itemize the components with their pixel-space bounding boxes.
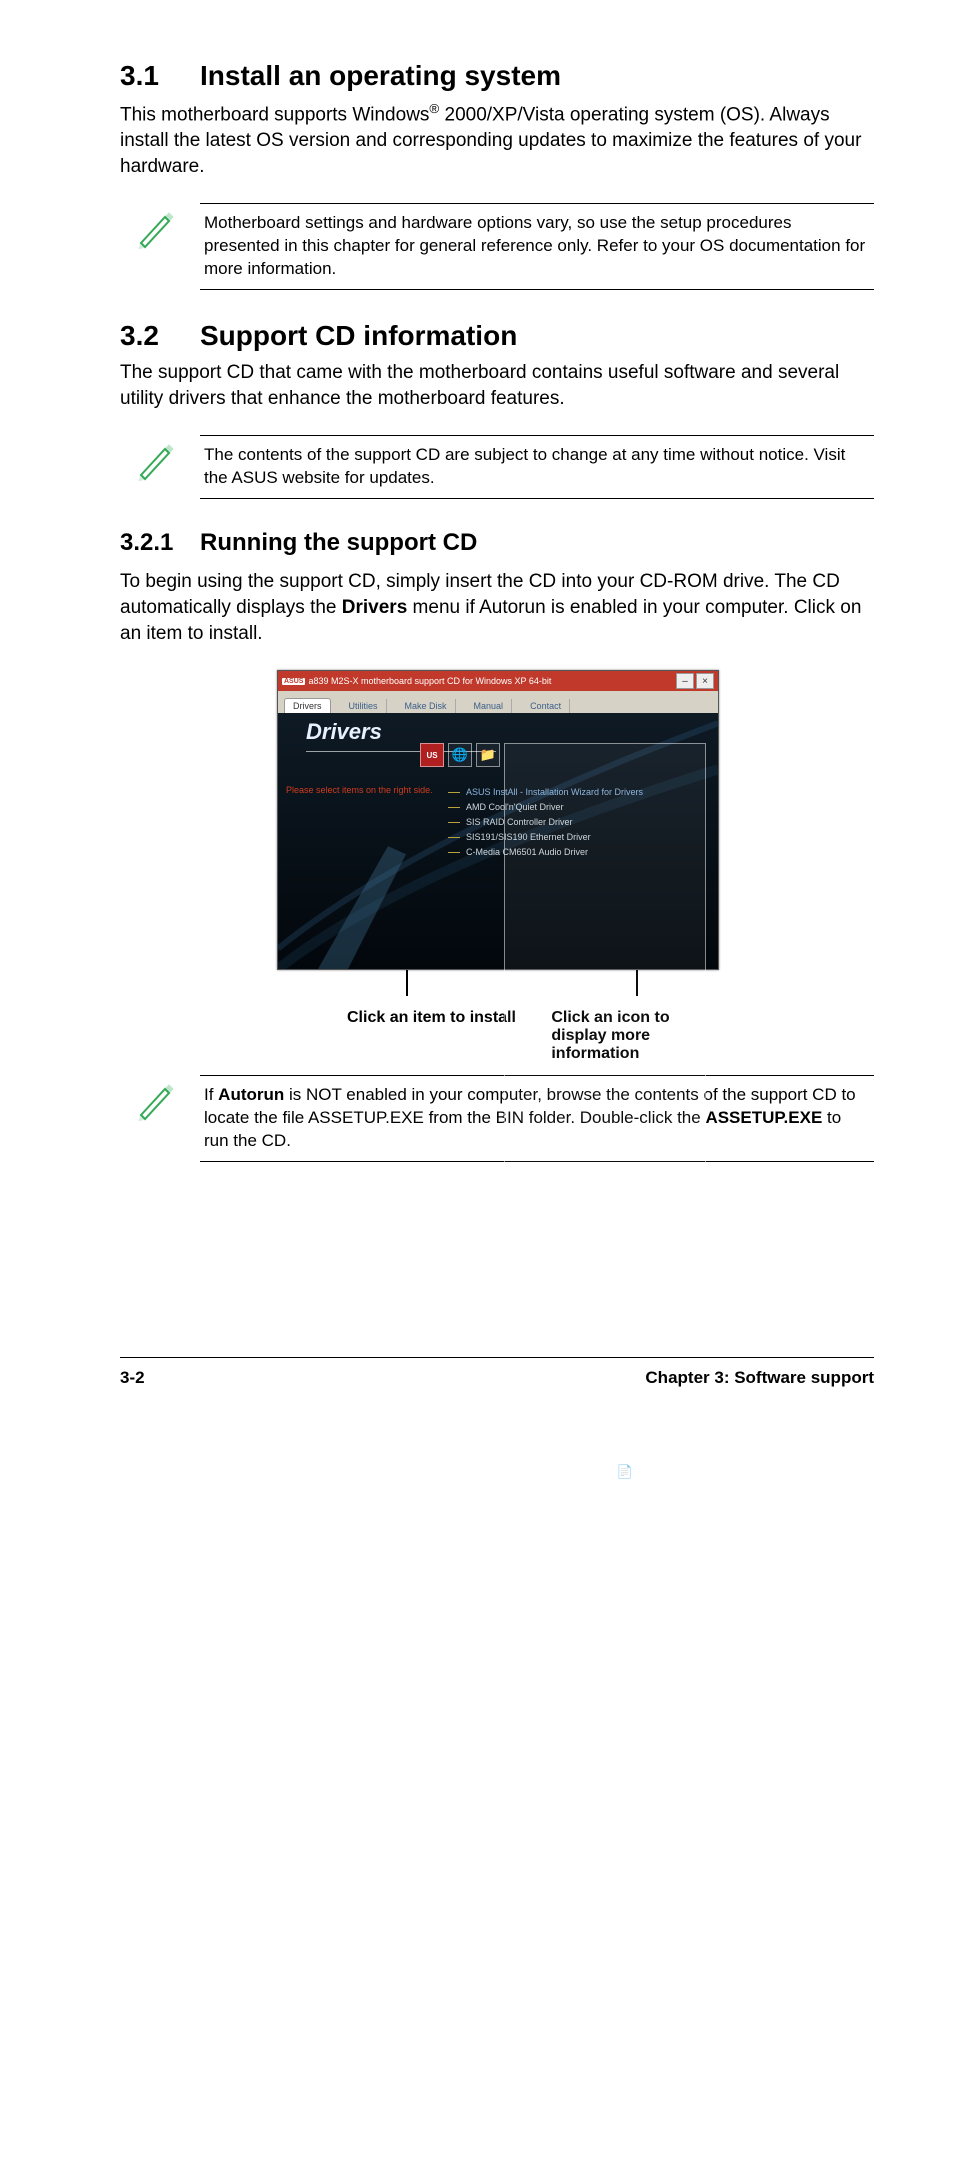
list-item[interactable]: SIS RAID Controller Driver [448,815,643,830]
window-title-bar: ASUS a839 M2S-X motherboard support CD f… [278,671,718,691]
list-item[interactable]: ASUS InstAll - Installation Wizard for D… [448,785,643,800]
section-3-2-body: The support CD that came with the mother… [120,360,874,411]
chapter-label: Chapter 3: Software support [645,1368,874,1388]
info-icon[interactable]: 📄 [504,743,706,2181]
section-3-2-title: Support CD information [200,320,517,351]
web-icon[interactable]: 🌐 [448,743,472,767]
note-3-1: Motherboard settings and hardware option… [132,203,874,290]
tab-make-disk[interactable]: Make Disk [397,699,456,713]
tab-manual[interactable]: Manual [466,699,513,713]
note-text-wrap: Motherboard settings and hardware option… [200,203,874,290]
section-3-1-body: This motherboard supports Windows® 2000/… [120,100,874,179]
drivers-bold: Drivers [342,597,408,618]
assetup-bold: ASSETUP.EXE [705,1108,822,1127]
minimize-button[interactable]: – [676,673,694,689]
page-number: 3-2 [120,1368,145,1388]
side-prompt: Please select items on the right side. [286,785,436,796]
note-3-2: The contents of the support CD are subje… [132,435,874,499]
top-icon-row: US 🌐 📁 📄 [420,743,706,2181]
section-3-2-heading: 3.2Support CD information [120,320,874,352]
section-3-2-number: 3.2 [120,320,200,352]
tab-drivers[interactable]: Drivers [284,698,331,713]
support-cd-window: ASUS a839 M2S-X motherboard support CD f… [277,670,719,970]
note-3-1-text: Motherboard settings and hardware option… [204,212,870,281]
tab-utilities[interactable]: Utilities [341,699,387,713]
pencil-note-icon [132,203,182,251]
driver-list: ASUS InstAll - Installation Wizard for D… [448,785,643,860]
section-3-1-title: Install an operating system [200,60,561,91]
tab-contact[interactable]: Contact [522,699,570,713]
list-item[interactable]: C-Media CM6501 Audio Driver [448,845,643,860]
pencil-note-icon [132,435,182,483]
note-text-wrap: The contents of the support CD are subje… [200,435,874,499]
locale-icon[interactable]: US [420,743,444,767]
section-3-2-1-heading: 3.2.1Running the support CD [120,529,874,557]
list-item[interactable]: SIS191/SIS190 Ethernet Driver [448,830,643,845]
section-3-2-1-title: Running the support CD [200,529,477,556]
screenshot-figure: ASUS a839 M2S-X motherboard support CD f… [277,670,717,1063]
close-button[interactable]: × [696,673,714,689]
note-3-2-text: The contents of the support CD are subje… [204,444,870,490]
autorun-bold: Autorun [218,1085,284,1104]
content-pane: Drivers US 🌐 📁 📄 Please select items on … [278,713,718,969]
section-3-2-1-body: To begin using the support CD, simply in… [120,569,874,646]
tab-row: Drivers Utilities Make Disk Manual Conta… [278,691,718,713]
note-text-span: If [204,1085,218,1104]
window-title-text: a839 M2S-X motherboard support CD for Wi… [308,676,551,686]
body-text: This motherboard supports Windows [120,104,429,125]
page-footer: 3-2 Chapter 3: Software support [120,1357,874,1388]
section-3-2-1-number: 3.2.1 [120,529,200,557]
section-3-1-heading: 3.1Install an operating system [120,60,874,92]
asus-badge: ASUS [282,678,305,685]
list-item[interactable]: AMD Cool'n'Quiet Driver [448,800,643,815]
section-3-1-number: 3.1 [120,60,200,92]
browse-cd-icon[interactable]: 📁 [476,743,500,767]
registered-mark: ® [429,101,439,116]
pencil-note-icon [132,1075,182,1123]
